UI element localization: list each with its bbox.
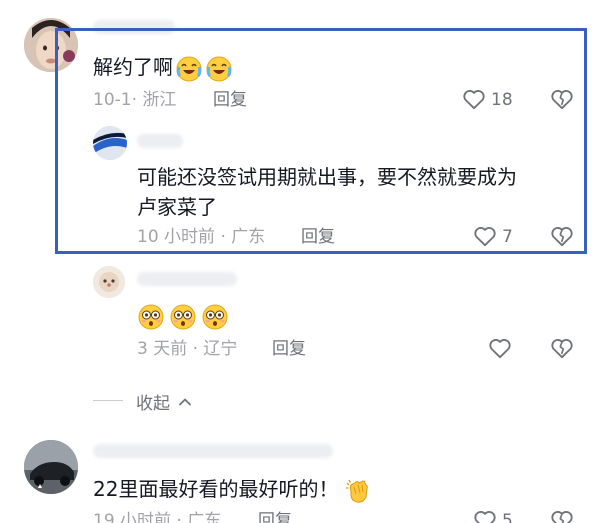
heart-outline-icon[interactable] xyxy=(472,507,498,523)
dazed-face-emoji-icon xyxy=(201,303,229,331)
clapping-hands-emoji-icon xyxy=(344,477,372,505)
comment-text-continued: 卢家菜了 xyxy=(137,195,217,219)
reply-button[interactable]: 回复 xyxy=(258,510,292,523)
avatar[interactable] xyxy=(93,126,127,160)
comment-meta: 10 小时前 · 广东 xyxy=(137,227,266,247)
broken-heart-icon[interactable] xyxy=(549,223,575,249)
heart-outline-icon[interactable] xyxy=(487,335,513,361)
reply-button[interactable]: 回复 xyxy=(272,338,306,360)
like-count: 18 xyxy=(491,90,513,110)
avatar[interactable] xyxy=(24,18,78,72)
reply-button[interactable]: 回复 xyxy=(301,226,335,248)
avatar[interactable] xyxy=(24,440,78,494)
username-blurred[interactable] xyxy=(93,20,175,34)
chevron-up-icon xyxy=(177,394,193,415)
comment-text: 解约了啊 xyxy=(93,52,233,83)
dazed-face-emoji-icon xyxy=(137,303,165,331)
like-count: 7 xyxy=(502,227,513,247)
broken-heart-icon[interactable] xyxy=(549,335,575,361)
username-blurred[interactable] xyxy=(137,134,183,148)
username-blurred[interactable] xyxy=(93,444,333,458)
comment-meta: 10-1· 浙江 xyxy=(93,90,177,110)
dazed-face-emoji-icon xyxy=(169,303,197,331)
broken-heart-icon[interactable] xyxy=(549,507,575,523)
heart-outline-icon[interactable] xyxy=(472,223,498,249)
avatar[interactable] xyxy=(93,266,125,298)
laughing-crying-emoji-icon xyxy=(175,55,203,83)
collapse-replies-button[interactable]: 收起 xyxy=(136,389,193,415)
comment-text: 22里面最好看的最好听的！ xyxy=(93,474,372,505)
laughing-crying-emoji-icon xyxy=(205,55,233,83)
heart-outline-icon[interactable] xyxy=(461,86,487,112)
username-blurred[interactable] xyxy=(137,272,237,286)
broken-heart-icon[interactable] xyxy=(549,86,575,112)
emoji-row xyxy=(137,303,229,331)
comment-meta: 3 天前 · 辽宁 xyxy=(137,339,238,359)
comment-text: 可能还没签试用期就出事，要不然就要成为 xyxy=(137,165,517,189)
reply-button[interactable]: 回复 xyxy=(213,89,247,111)
collapse-label: 收起 xyxy=(136,394,170,414)
collapse-divider xyxy=(93,400,123,401)
comment-meta: 19 小时前 · 广东 xyxy=(93,511,222,523)
like-count: 5 xyxy=(502,511,513,523)
